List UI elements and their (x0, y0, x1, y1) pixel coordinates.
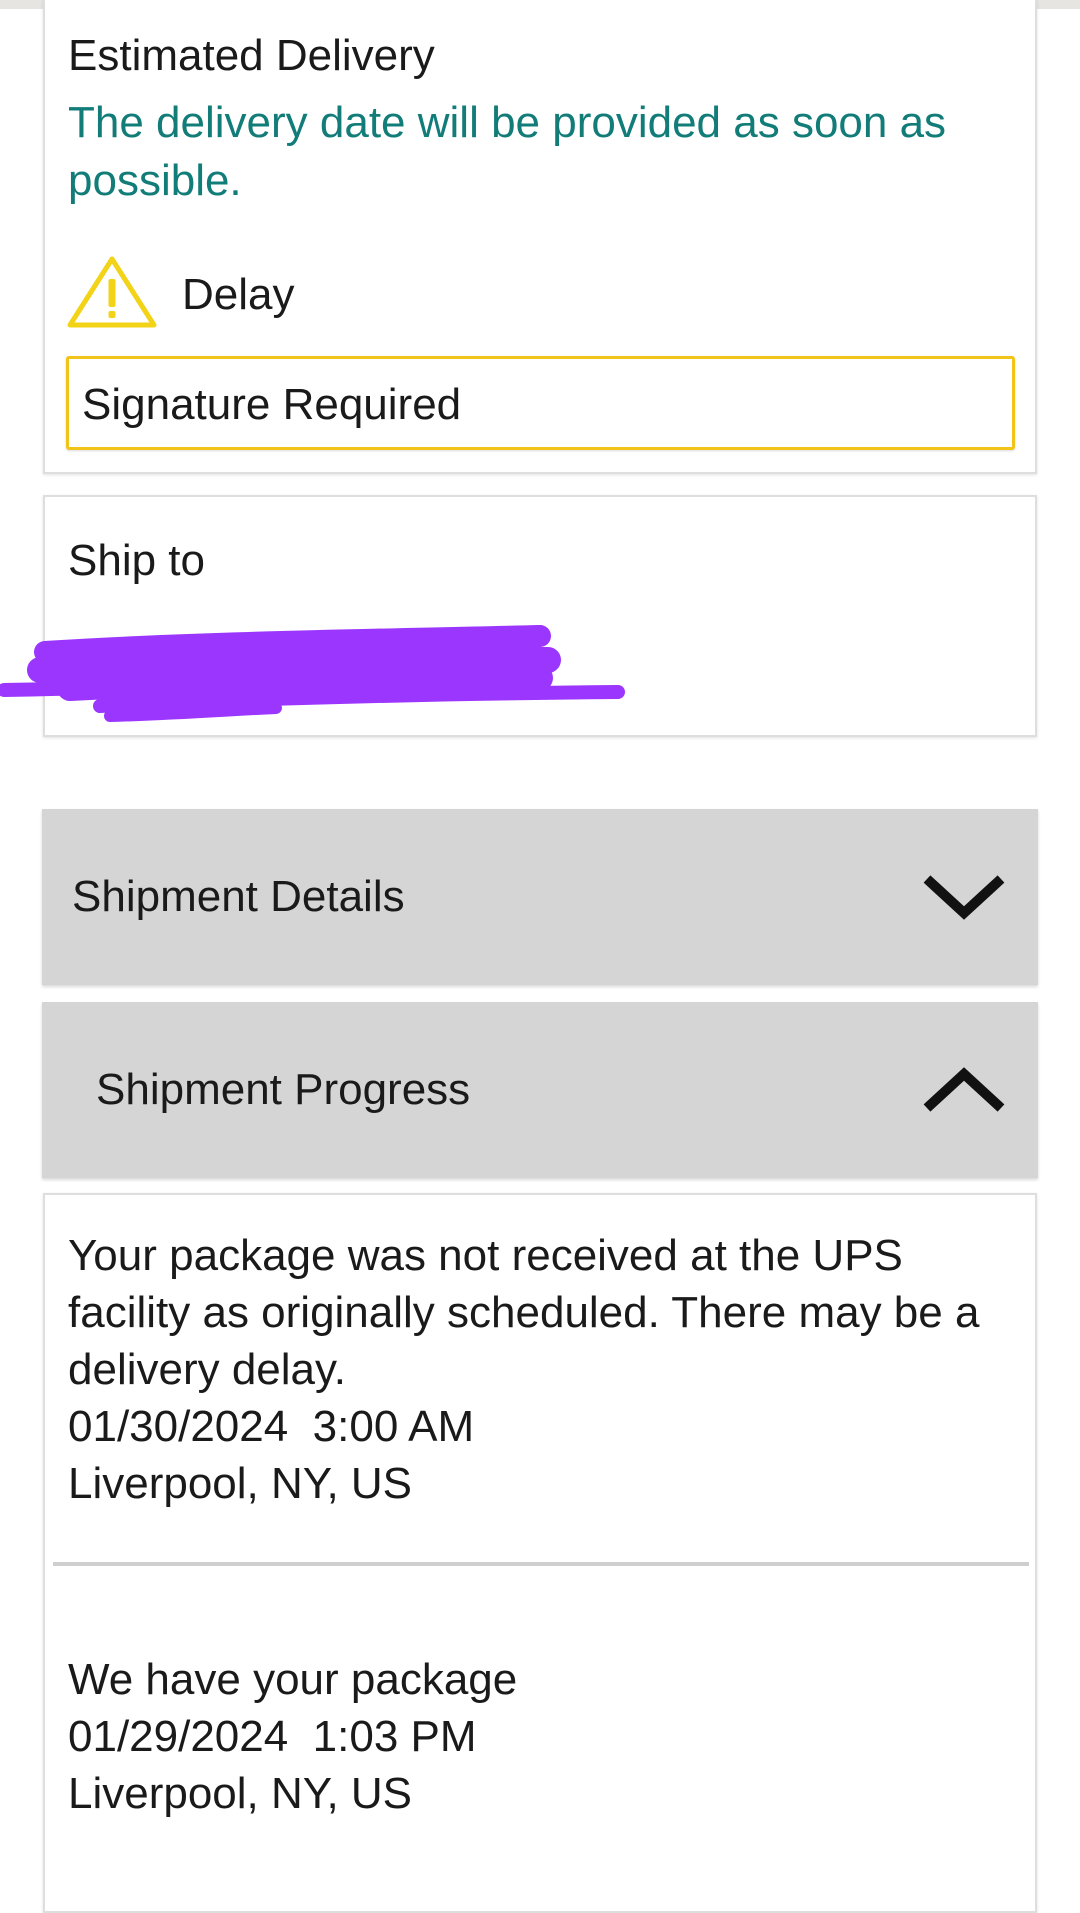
estimated-delivery-label: Estimated Delivery (68, 31, 435, 80)
progress-event-description: Your package was not received at the UPS… (68, 1231, 980, 1394)
progress-event-time: 3:00 AM (312, 1402, 475, 1451)
progress-event-location: Liverpool, NY, US (68, 1769, 413, 1818)
chevron-down-icon (923, 875, 1005, 920)
chevron-up-icon (923, 1067, 1005, 1112)
shipment-progress-list: Your package was not received at the UPS… (43, 1193, 1037, 1913)
estimated-delivery-card: Estimated Delivery The delivery date wil… (43, 0, 1037, 474)
signature-required-notice: Signature Required (66, 356, 1015, 450)
progress-event: Your package was not received at the UPS… (68, 1227, 1008, 1512)
shipment-details-toggle[interactable]: Shipment Details (42, 809, 1038, 985)
estimated-delivery-message: The delivery date will be provided as so… (68, 98, 947, 205)
progress-event-datetime: 01/29/2024 1:03 PM (68, 1708, 1008, 1765)
progress-event-time: 1:03 PM (312, 1712, 477, 1761)
address-redaction-scribble (0, 625, 625, 722)
progress-event-date: 01/30/2024 (68, 1402, 289, 1451)
progress-event-date: 01/29/2024 (68, 1712, 289, 1761)
shipment-progress-toggle[interactable]: Shipment Progress (42, 1002, 1038, 1178)
progress-event-datetime: 01/30/2024 3:00 AM (68, 1398, 1008, 1455)
warning-triangle-icon (67, 256, 157, 328)
progress-event-location: Liverpool, NY, US (68, 1459, 413, 1508)
shipment-progress-label: Shipment Progress (96, 1065, 471, 1114)
shipment-details-label: Shipment Details (72, 872, 405, 921)
progress-event-description: We have your package (68, 1655, 518, 1704)
event-divider (53, 1562, 1029, 1566)
progress-event: We have your package 01/29/2024 1:03 PM L… (68, 1651, 1008, 1822)
ship-to-label: Ship to (68, 536, 205, 585)
signature-required-label: Signature Required (82, 380, 462, 429)
delay-label: Delay (182, 270, 295, 319)
